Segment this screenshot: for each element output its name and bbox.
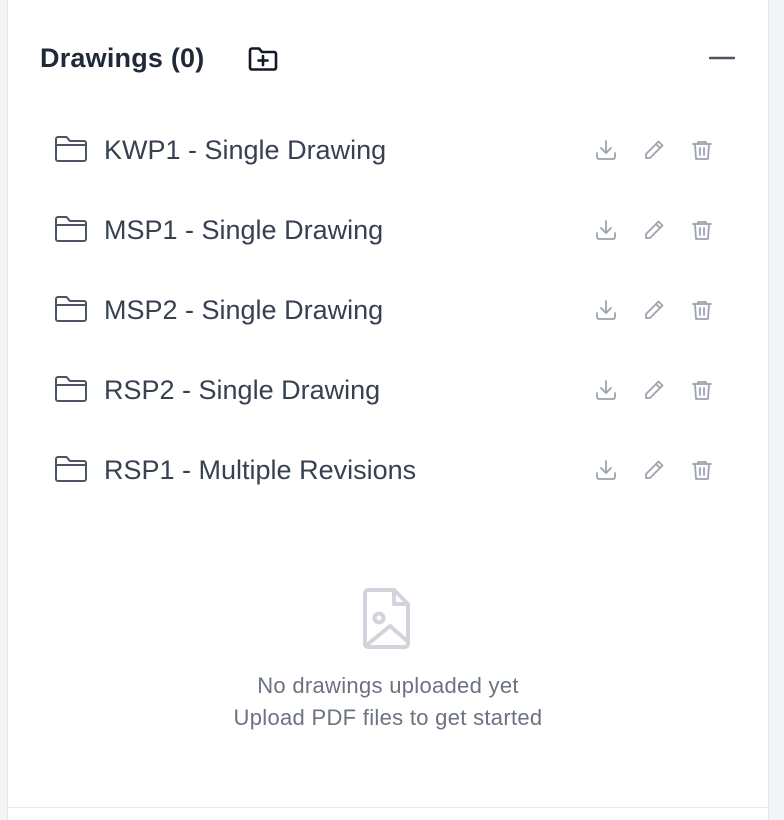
pencil-icon (645, 300, 664, 319)
new-folder-button[interactable] (244, 42, 282, 76)
drawing-name: KWP1 - Single Drawing (104, 135, 387, 165)
empty-state-title: No drawings uploaded yet (257, 673, 519, 698)
download-button[interactable] (592, 136, 620, 164)
trash-icon (692, 221, 712, 240)
download-button[interactable] (592, 216, 620, 244)
drawing-name: MSP1 - Single Drawing (104, 215, 384, 245)
collapse-button[interactable] (704, 42, 740, 74)
folder-plus-icon (248, 47, 278, 71)
empty-state: No drawings uploaded yet Upload PDF file… (8, 586, 768, 734)
drawings-header: Drawings (0) (8, 0, 768, 116)
trash-icon (692, 381, 712, 400)
folder-icon (55, 216, 87, 242)
download-icon (596, 140, 616, 160)
folder-icon (55, 376, 87, 402)
download-button[interactable] (592, 456, 620, 484)
edit-button[interactable] (640, 216, 668, 244)
list-item[interactable]: RSP1 - Multiple Revisions (8, 430, 768, 510)
download-icon (596, 300, 616, 320)
trash-icon (692, 461, 712, 480)
edit-button[interactable] (640, 456, 668, 484)
pencil-icon (645, 220, 664, 239)
list-item[interactable]: RSP2 - Single Drawing (8, 350, 768, 430)
panel-footer-edge (7, 808, 769, 820)
folder-icon (55, 296, 87, 322)
folder-icon (55, 136, 87, 162)
drawing-name: RSP2 - Single Drawing (104, 375, 381, 405)
download-button[interactable] (592, 376, 620, 404)
trash-icon (692, 141, 712, 160)
edit-button[interactable] (640, 136, 668, 164)
delete-button[interactable] (688, 216, 716, 244)
download-button[interactable] (592, 296, 620, 324)
folder-icon (55, 456, 87, 482)
image-file-icon (363, 588, 410, 649)
panel-title: Drawings (0) (40, 43, 205, 73)
list-item[interactable]: KWP1 - Single Drawing (8, 110, 768, 190)
pencil-icon (645, 460, 664, 479)
trash-icon (692, 301, 712, 320)
pencil-icon (645, 140, 664, 159)
edit-button[interactable] (640, 296, 668, 324)
list-item[interactable]: MSP1 - Single Drawing (8, 190, 768, 270)
edit-button[interactable] (640, 376, 668, 404)
minus-icon (709, 56, 735, 60)
list-item[interactable]: MSP2 - Single Drawing (8, 270, 768, 350)
empty-state-hint: Upload PDF files to get started (233, 705, 543, 730)
delete-button[interactable] (688, 376, 716, 404)
delete-button[interactable] (688, 296, 716, 324)
delete-button[interactable] (688, 136, 716, 164)
download-icon (596, 380, 616, 400)
drawings-list: KWP1 - Single Drawing MSP1 - Single Draw… (8, 110, 768, 510)
download-icon (596, 460, 616, 480)
delete-button[interactable] (688, 456, 716, 484)
drawing-name: MSP2 - Single Drawing (104, 295, 384, 325)
drawings-panel: Drawings (0) KWP1 - Single Drawing MSP1 … (7, 0, 769, 808)
drawing-name: RSP1 - Multiple Revisions (104, 455, 417, 485)
pencil-icon (645, 380, 664, 399)
download-icon (596, 220, 616, 240)
